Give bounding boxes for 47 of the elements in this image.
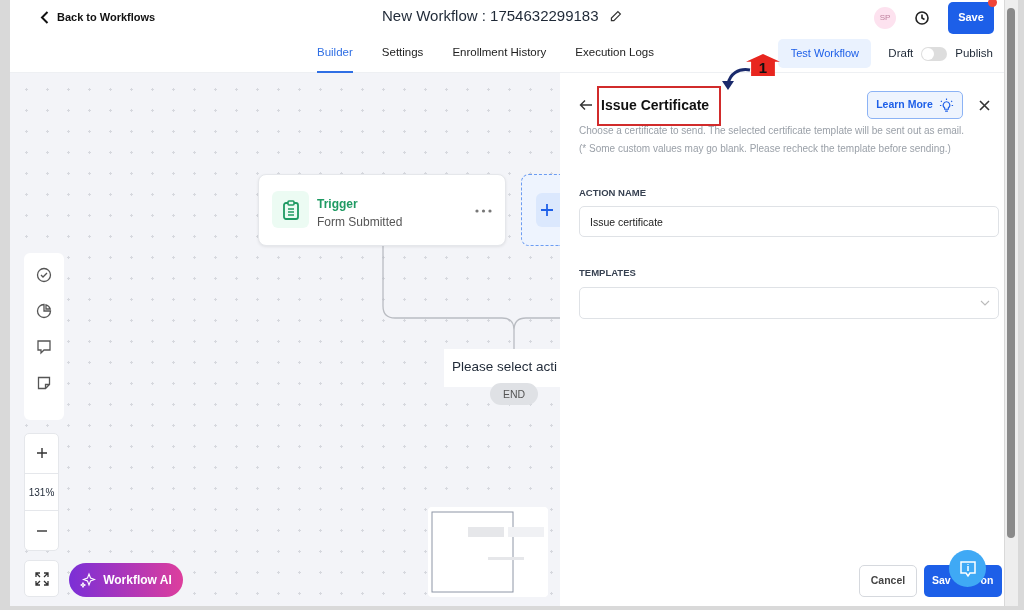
tab[interactable]: Settings	[381, 33, 424, 74]
info-chat-icon	[958, 559, 977, 578]
field-label: ACTION NAME	[579, 186, 648, 200]
zoom-level: 131%	[25, 472, 58, 511]
pie-chart-icon[interactable]	[36, 303, 52, 319]
trigger-subtitle: Form Submitted	[317, 214, 403, 231]
fullscreen-button[interactable]	[24, 560, 59, 597]
history-icon[interactable]	[914, 9, 930, 26]
more-icon[interactable]	[475, 209, 492, 213]
publish-label: Publish	[955, 45, 993, 61]
field-label: TEMPLATES	[579, 266, 637, 281]
save-button[interactable]: Save	[948, 1, 994, 34]
plus-icon	[540, 203, 554, 217]
chevron-down-icon	[980, 299, 990, 306]
trigger-title: Trigger	[317, 196, 358, 213]
end-marker: END	[490, 383, 538, 405]
sparkle-icon	[80, 572, 97, 588]
scrollbar[interactable]	[1005, 0, 1018, 606]
cancel-button[interactable]: Cancel	[859, 565, 917, 597]
action-name-field[interactable]: Issue certificate	[579, 206, 999, 238]
panel-note: (* Some custom values may go blank. Please recheck the template before sending.)	[579, 142, 952, 156]
learn-more-button[interactable]: Learn More	[867, 91, 963, 119]
scrollbar-thumb[interactable]	[1007, 8, 1015, 538]
tab[interactable]: Execution Logs	[575, 33, 654, 74]
add-node[interactable]	[521, 174, 560, 246]
sticky-note-icon[interactable]	[36, 375, 52, 391]
workflow-ai-button[interactable]: Workflow AI	[69, 563, 183, 597]
expand-icon	[34, 571, 49, 586]
lightbulb-icon	[938, 97, 954, 113]
check-circle-icon[interactable]	[36, 267, 52, 283]
back-arrow-icon[interactable]	[579, 99, 593, 111]
draft-label: Draft	[888, 45, 914, 61]
action-placeholder[interactable]: Please select acti	[444, 349, 560, 387]
comment-icon[interactable]	[36, 339, 52, 355]
clipboard-icon	[281, 199, 300, 220]
close-icon[interactable]	[979, 99, 990, 111]
test-workflow-button[interactable]: Test Workflow	[778, 39, 872, 68]
chevron-left-icon	[40, 11, 49, 24]
publish-toggle[interactable]	[921, 46, 948, 61]
edit-icon[interactable]	[608, 9, 622, 23]
trigger-node[interactable]: Trigger Form Submitted	[258, 174, 506, 246]
plus-icon	[35, 447, 48, 460]
workflow-title: New Workflow : 1754632299183	[382, 6, 599, 26]
tab[interactable]: Enrollment History	[452, 33, 547, 74]
back-link[interactable]: Back to Workflows	[40, 9, 156, 26]
panel-title: Issue Certificate	[600, 96, 711, 114]
panel-description: Choose a certificate to send. The selected certificate template will be sent out as email.	[579, 124, 965, 138]
